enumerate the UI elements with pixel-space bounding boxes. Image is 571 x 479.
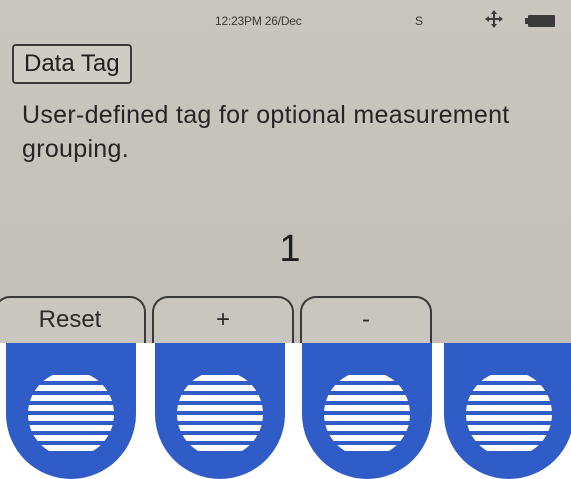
description-text: User-defined tag for optional measuremen… bbox=[22, 101, 510, 163]
lcd-screen: 12:23PM 26/Dec S Data Tag User-defined t… bbox=[0, 0, 571, 343]
reset-button[interactable] bbox=[6, 343, 136, 479]
battery-icon bbox=[525, 15, 555, 27]
status-indicator: S bbox=[415, 14, 424, 28]
status-bar: 12:23PM 26/Dec S bbox=[0, 2, 571, 32]
softkey-reset-label: Reset bbox=[38, 306, 102, 333]
softkey-4-button[interactable] bbox=[444, 343, 571, 479]
tag-value: 1 bbox=[279, 228, 301, 270]
softkey-plus-label: + bbox=[215, 306, 230, 333]
device: 12:23PM 26/Dec S Data Tag User-defined t… bbox=[0, 0, 571, 479]
button-stripes-icon bbox=[28, 375, 114, 451]
move-arrows-icon bbox=[485, 10, 503, 28]
softkey-label-reset: Reset bbox=[0, 296, 146, 343]
softkey-label-plus: + bbox=[152, 296, 294, 343]
softkey-label-minus: - bbox=[300, 296, 432, 343]
softkey-minus-label: - bbox=[362, 306, 370, 333]
increment-button[interactable] bbox=[155, 343, 285, 479]
button-stripes-icon bbox=[324, 375, 410, 451]
page-title: Data Tag bbox=[12, 44, 132, 84]
decrement-button[interactable] bbox=[302, 343, 432, 479]
button-stripes-icon bbox=[466, 375, 552, 451]
button-stripes-icon bbox=[177, 375, 263, 451]
status-time: 12:23PM 26/Dec bbox=[215, 14, 302, 28]
